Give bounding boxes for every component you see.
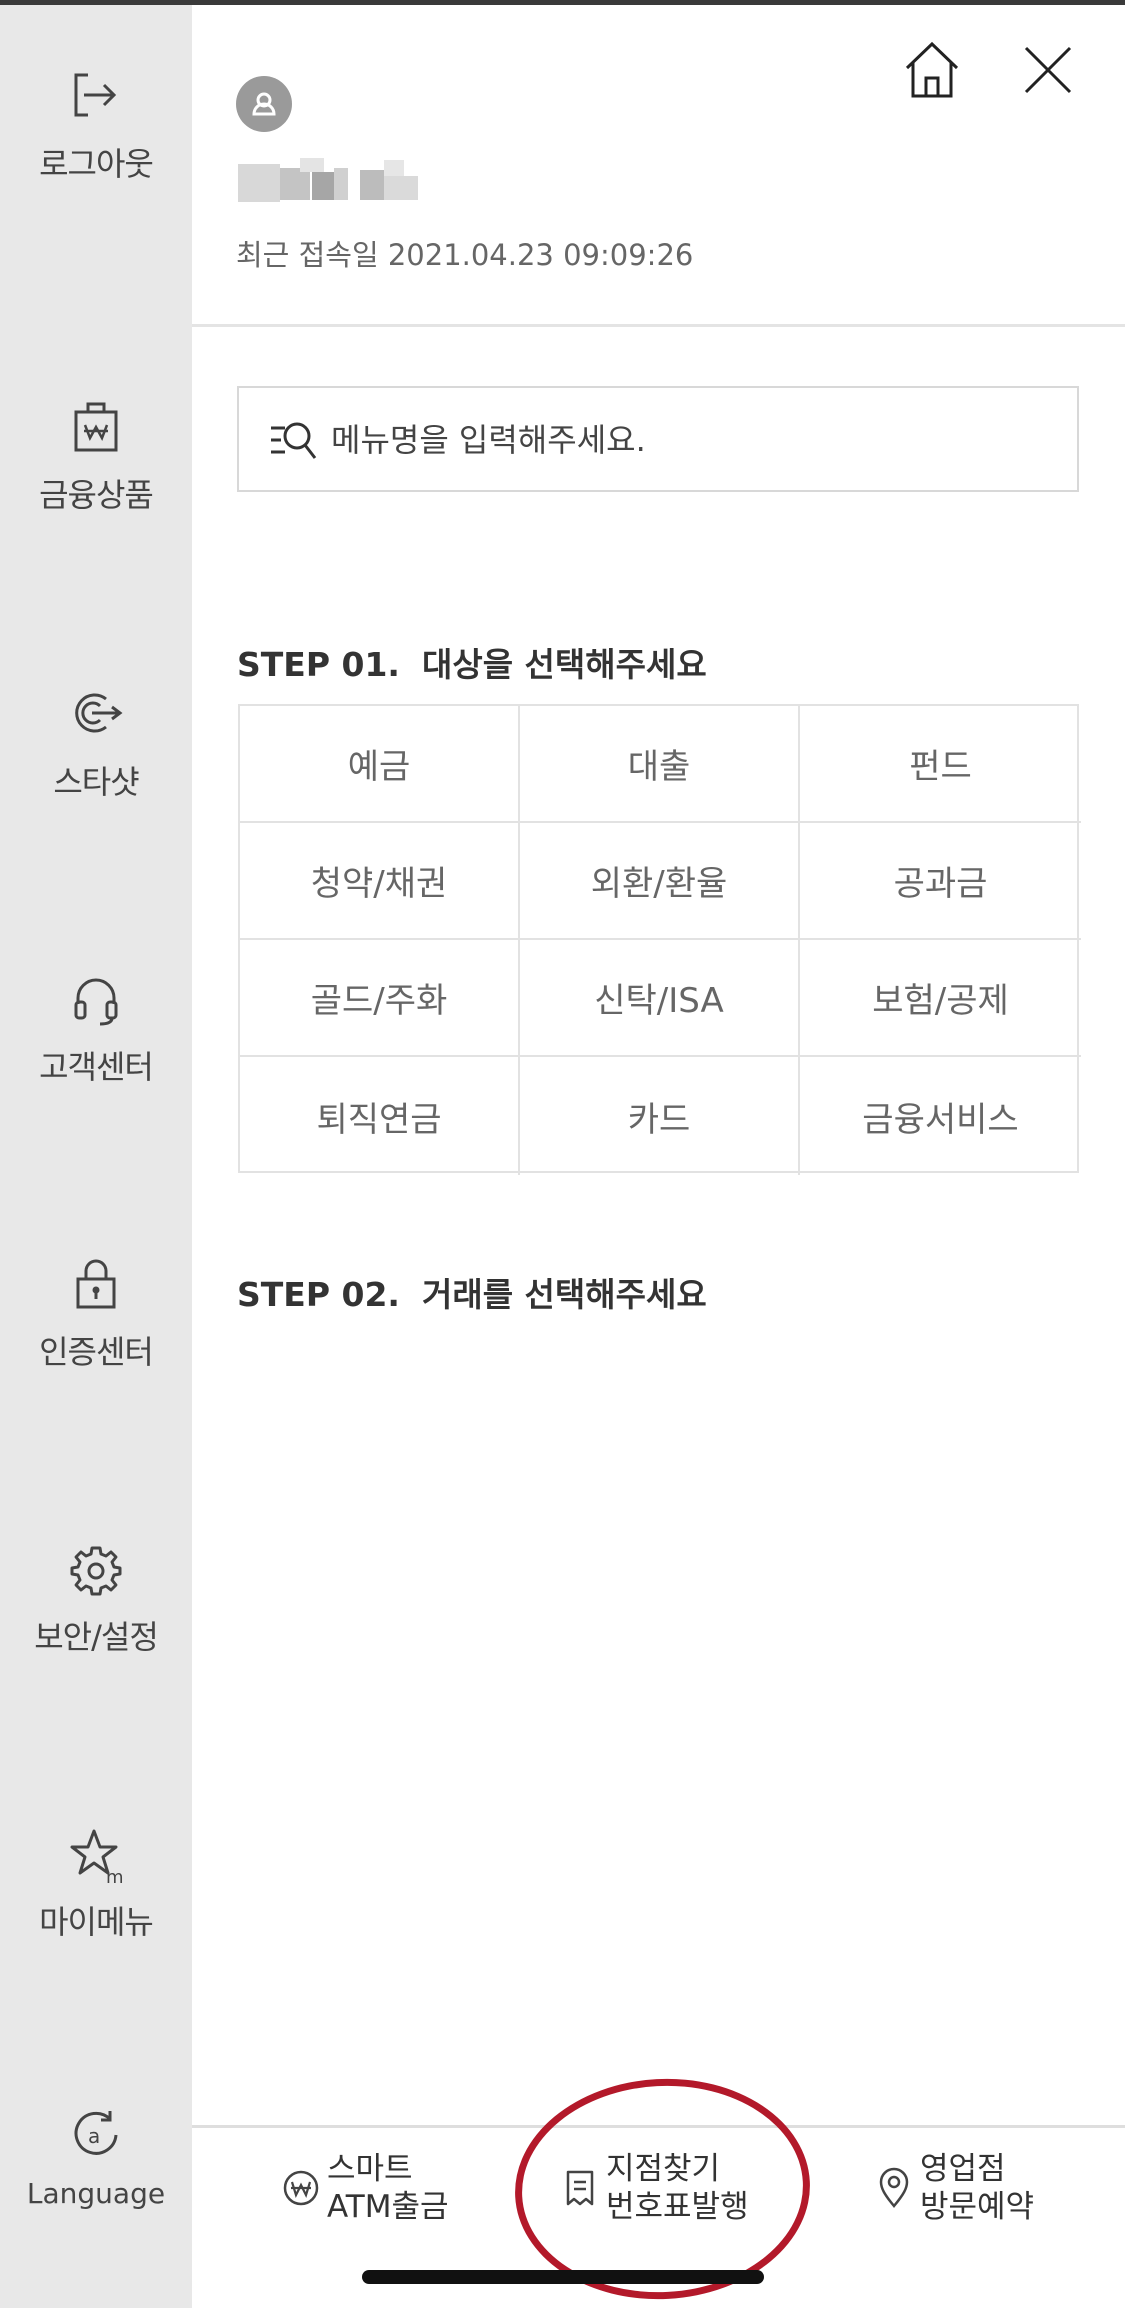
- category-subscription-bond[interactable]: 청약/채권: [240, 823, 520, 940]
- menu-search-icon: [271, 422, 317, 459]
- starshot-icon: [75, 693, 123, 733]
- avatar: [236, 76, 292, 132]
- category-gold-coin[interactable]: 골드/주화: [240, 940, 520, 1057]
- ticket-icon: [566, 2170, 594, 2206]
- sidebar-item-logout[interactable]: 로그아웃: [0, 67, 192, 217]
- branch-ticket-button[interactable]: 지점찾기 번호표발행: [560, 2150, 780, 2234]
- smart-atm-withdrawal-button[interactable]: 스마트 ATM출금: [281, 2150, 471, 2234]
- sidebar: 로그아웃 금융상품 스타샷 고객센터 인증센터 보안/설정 m 마이메뉴 a L…: [0, 5, 192, 2308]
- sidebar-item-label: 보안/설정: [34, 1618, 159, 1656]
- step1-heading: STEP 01. 대상을 선택해주세요: [237, 638, 707, 686]
- menu-search-input[interactable]: [331, 410, 1031, 470]
- step2-title: 거래를 선택해주세요: [421, 1275, 707, 1314]
- branch-ticket-line2: 번호표발행: [606, 2189, 749, 2225]
- sidebar-item-label: 로그아웃: [39, 145, 154, 183]
- bottom-bar-divider: [192, 2125, 1125, 2128]
- branch-visit-reservation-button[interactable]: 영업점 방문예약: [874, 2150, 1074, 2234]
- sidebar-item-auth-center[interactable]: 인증센터: [0, 1255, 192, 1405]
- language-icon: a: [74, 2111, 118, 2155]
- headset-icon: [74, 978, 118, 1026]
- home-icon[interactable]: [903, 40, 961, 100]
- sidebar-item-my-menu[interactable]: m 마이메뉴: [0, 1825, 192, 1975]
- lock-icon: [76, 1259, 116, 1309]
- sidebar-item-customer-center[interactable]: 고객센터: [0, 970, 192, 1120]
- won-coin-icon: [283, 2170, 319, 2206]
- sidebar-item-label: 인증센터: [39, 1333, 154, 1371]
- category-fund[interactable]: 펀드: [800, 706, 1081, 823]
- gear-icon: [70, 1546, 122, 1596]
- sidebar-item-language[interactable]: a Language: [0, 2105, 192, 2255]
- branch-ticket-line1: 지점찾기: [606, 2151, 721, 2187]
- branch-ticket-label: 지점찾기 번호표발행: [606, 2150, 749, 2226]
- smart-atm-line1: 스마트: [327, 2151, 413, 2187]
- sidebar-item-starshot[interactable]: 스타샷: [0, 685, 192, 835]
- sidebar-item-label: Language: [26, 2177, 166, 2210]
- sidebar-item-financial-products[interactable]: 금융상품: [0, 398, 192, 548]
- category-retirement-pension[interactable]: 퇴직연금: [240, 1057, 520, 1175]
- category-utility-bills[interactable]: 공과금: [800, 823, 1081, 940]
- category-foreign-exchange[interactable]: 외환/환율: [520, 823, 800, 940]
- branch-visit-label: 영업점 방문예약: [920, 2150, 1034, 2226]
- branch-visit-line2: 방문예약: [920, 2189, 1035, 2225]
- user-name-blurred: [238, 158, 422, 204]
- category-trust-isa[interactable]: 신탁/ISA: [520, 940, 800, 1057]
- location-pin-icon: [879, 2167, 909, 2208]
- header-divider: [192, 324, 1125, 327]
- step2-heading: STEP 02. 거래를 선택해주세요: [237, 1268, 707, 1316]
- category-insurance[interactable]: 보험/공제: [800, 940, 1081, 1057]
- star-m-icon: m: [70, 1829, 124, 1885]
- financial-products-icon: [74, 402, 118, 452]
- step1-title: 대상을 선택해주세요: [421, 645, 707, 684]
- user-icon: [252, 92, 276, 116]
- category-loan[interactable]: 대출: [520, 706, 800, 823]
- sidebar-item-label: 고객센터: [39, 1048, 154, 1086]
- close-icon[interactable]: [1022, 44, 1074, 96]
- category-card[interactable]: 카드: [520, 1057, 800, 1175]
- category-grid: 예금 대출 펀드 청약/채권 외환/환율 공과금 골드/주화 신탁/ISA 보험…: [238, 704, 1081, 1175]
- smart-atm-line2: ATM출금: [327, 2189, 449, 2225]
- category-deposit[interactable]: 예금: [240, 706, 520, 823]
- last-login-time: 최근 접속일 2021.04.23 09:09:26: [236, 238, 694, 272]
- sidebar-item-label: 금융상품: [39, 476, 154, 514]
- sidebar-item-label: 스타샷: [53, 763, 139, 801]
- logout-icon: [74, 73, 117, 117]
- home-indicator: [362, 2270, 764, 2284]
- step1-number: STEP 01.: [237, 645, 400, 684]
- smart-atm-label: 스마트 ATM출금: [327, 2150, 449, 2226]
- category-financial-services[interactable]: 금융서비스: [800, 1057, 1081, 1175]
- sidebar-item-label: 마이메뉴: [39, 1903, 154, 1941]
- menu-search-box[interactable]: [237, 386, 1079, 492]
- branch-visit-line1: 영업점: [920, 2151, 1006, 2187]
- sidebar-item-security-settings[interactable]: 보안/설정: [0, 1540, 192, 1690]
- step2-number: STEP 02.: [237, 1275, 400, 1314]
- svg-text:m: m: [106, 1867, 124, 1885]
- svg-text:a: a: [88, 2124, 100, 2148]
